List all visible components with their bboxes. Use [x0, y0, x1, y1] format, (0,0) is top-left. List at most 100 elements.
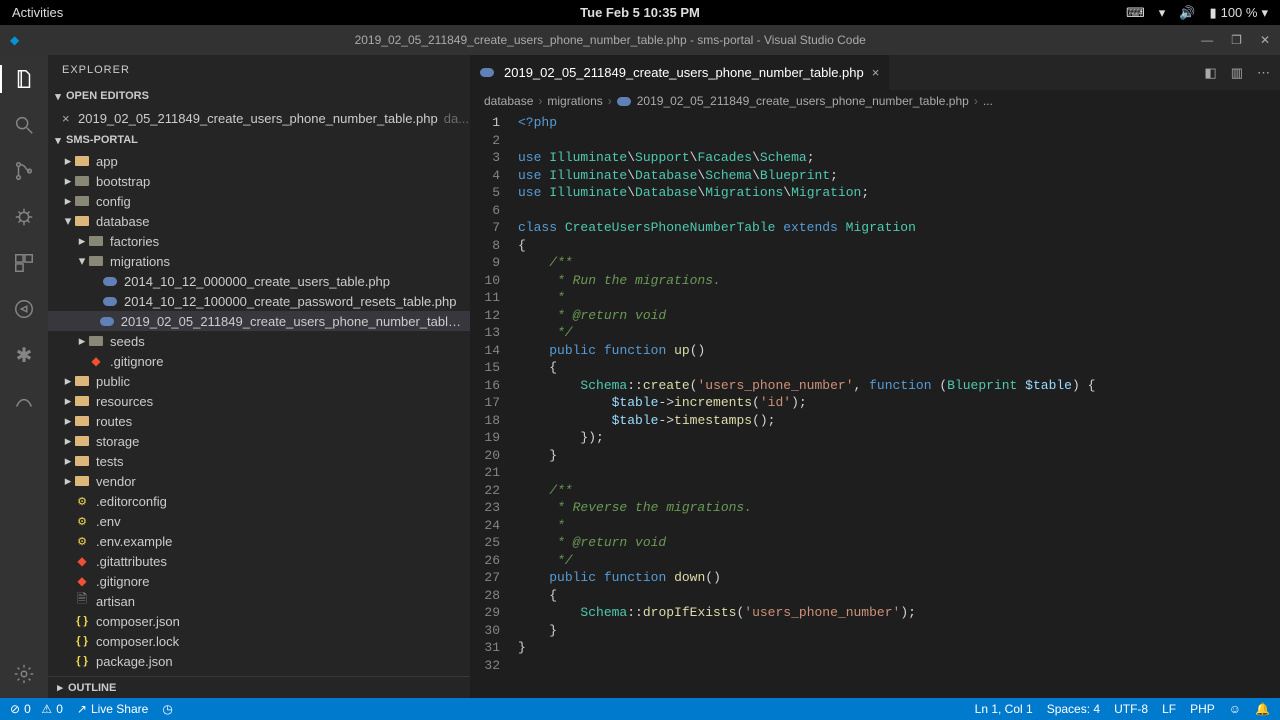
tree-item--env[interactable]: ⚙.env	[48, 511, 470, 531]
status-feedback-icon[interactable]: ☺	[1229, 702, 1241, 716]
folder-icon	[74, 413, 90, 429]
tab-close-icon[interactable]: ×	[872, 65, 880, 80]
php-file-icon	[480, 68, 494, 77]
status-indent[interactable]: Spaces: 4	[1047, 702, 1100, 716]
open-editor-item[interactable]: × 2019_02_05_211849_create_users_phone_n…	[48, 107, 470, 129]
volume-icon[interactable]: 🔊	[1179, 5, 1195, 21]
tree-item-database[interactable]: ▾database	[48, 211, 470, 231]
os-status-area[interactable]: ⌨ ▾ 🔊 ▮ 100 % ▾	[1126, 5, 1268, 21]
tree-item-label: 2014_10_12_100000_create_password_resets…	[124, 294, 457, 309]
status-bell-icon[interactable]: 🔔	[1255, 702, 1270, 716]
tree-item-2014-10-12-100000-create-password-resets-table-php[interactable]: 2014_10_12_100000_create_password_resets…	[48, 291, 470, 311]
keyboard-icon[interactable]: ⌨	[1126, 5, 1145, 21]
status-liveshare[interactable]: ↗ Live Share	[77, 702, 148, 716]
tree-item-2019-02-05-211849-create-users-phone-number-table-php[interactable]: 2019_02_05_211849_create_users_phone_num…	[48, 311, 470, 331]
tree-item-label: seeds	[110, 334, 145, 349]
tree-item-bootstrap[interactable]: ▸bootstrap	[48, 171, 470, 191]
minimize-button[interactable]: —	[1201, 33, 1213, 47]
source-control-icon[interactable]	[12, 159, 36, 183]
status-encoding[interactable]: UTF-8	[1114, 702, 1148, 716]
tree-item--gitignore[interactable]: ◆.gitignore	[48, 351, 470, 371]
breadcrumb-part[interactable]: migrations	[547, 94, 602, 108]
activities-button[interactable]: Activities	[12, 5, 63, 20]
folder-icon	[74, 393, 90, 409]
git-icon: ◆	[74, 573, 90, 589]
close-button[interactable]: ✕	[1260, 33, 1270, 47]
tree-item-app[interactable]: ▸app	[48, 151, 470, 171]
git-icon: ◆	[88, 353, 104, 369]
outline-heading[interactable]: ▸OUTLINE	[48, 676, 470, 698]
folder-icon	[74, 473, 90, 489]
tree-item-routes[interactable]: ▸routes	[48, 411, 470, 431]
tree-item-label: database	[96, 214, 150, 229]
json-icon: { }	[74, 613, 90, 629]
editor-tab[interactable]: 2019_02_05_211849_create_users_phone_num…	[470, 55, 890, 90]
os-top-bar: Activities Tue Feb 5 10:35 PM ⌨ ▾ 🔊 ▮ 10…	[0, 0, 1280, 25]
tree-item-label: app	[96, 154, 118, 169]
status-eol[interactable]: LF	[1162, 702, 1176, 716]
breadcrumb-part[interactable]: 2019_02_05_211849_create_users_phone_num…	[637, 94, 969, 108]
status-cursor[interactable]: Ln 1, Col 1	[975, 702, 1033, 716]
tree-item-label: artisan	[96, 594, 135, 609]
tree-item--gitignore[interactable]: ◆.gitignore	[48, 571, 470, 591]
status-problems[interactable]: ⊘ 0 ⚠ 0	[10, 702, 63, 716]
tree-item-migrations[interactable]: ▾migrations	[48, 251, 470, 271]
editor-group: 2019_02_05_211849_create_users_phone_num…	[470, 55, 1280, 698]
close-editor-icon[interactable]: ×	[62, 111, 78, 126]
tree-item-label: storage	[96, 434, 139, 449]
tree-item-label: composer.json	[96, 614, 180, 629]
tree-item-package-json[interactable]: { }package.json	[48, 651, 470, 671]
tree-item-vendor[interactable]: ▸vendor	[48, 471, 470, 491]
tree-item-label: routes	[96, 414, 132, 429]
open-editors-heading[interactable]: ▾Open Editors	[48, 85, 470, 107]
tree-item-storage[interactable]: ▸storage	[48, 431, 470, 451]
maximize-button[interactable]: ❐	[1231, 33, 1242, 47]
code-editor[interactable]: 1234567891011121314151617181920212223242…	[470, 112, 1280, 698]
tree-item-resources[interactable]: ▸resources	[48, 391, 470, 411]
tree-item-composer-lock[interactable]: { }composer.lock	[48, 631, 470, 651]
search-icon[interactable]	[12, 113, 36, 137]
os-clock[interactable]: Tue Feb 5 10:35 PM	[580, 5, 700, 20]
breadcrumb-part[interactable]: database	[484, 94, 533, 108]
project-heading[interactable]: ▾SMS-PORTAL	[48, 129, 470, 151]
status-language[interactable]: PHP	[1190, 702, 1215, 716]
tree-item-composer-json[interactable]: { } composer.json	[48, 611, 470, 631]
code-content[interactable]: <?php use Illuminate\Support\Facades\Sch…	[518, 112, 1280, 698]
editor-tab-bar: 2019_02_05_211849_create_users_phone_num…	[470, 55, 1280, 90]
json-icon: { }	[74, 653, 90, 669]
file-tree: ▸app▸bootstrap▸config▾database▸factories…	[48, 151, 470, 676]
settings-gear-icon[interactable]	[12, 662, 36, 686]
tree-item-artisan[interactable]: 🗎artisan	[48, 591, 470, 611]
compare-icon[interactable]: ◧	[1204, 65, 1216, 81]
tree-item-label: factories	[110, 234, 159, 249]
extra2-icon[interactable]	[12, 389, 36, 413]
activity-bar: ✱	[0, 55, 48, 698]
tree-item-config[interactable]: ▸config	[48, 191, 470, 211]
tree-item-label: .env	[96, 514, 121, 529]
status-clock-icon[interactable]: ◷	[162, 702, 172, 716]
extensions-icon[interactable]	[12, 251, 36, 275]
debug-icon[interactable]	[12, 205, 36, 229]
tree-item-seeds[interactable]: ▸seeds	[48, 331, 470, 351]
liveshare-icon[interactable]	[12, 297, 36, 321]
tree-item-2014-10-12-000000-create-users-table-php[interactable]: 2014_10_12_000000_create_users_table.php	[48, 271, 470, 291]
tree-item-label: public	[96, 374, 130, 389]
tree-item-factories[interactable]: ▸factories	[48, 231, 470, 251]
split-editor-icon[interactable]: ▥	[1231, 65, 1243, 81]
tree-item-tests[interactable]: ▸tests	[48, 451, 470, 471]
explorer-icon[interactable]	[12, 67, 36, 91]
tree-item--editorconfig[interactable]: ⚙.editorconfig	[48, 491, 470, 511]
folder-icon	[74, 433, 90, 449]
tree-item-label: .editorconfig	[96, 494, 167, 509]
tree-item--gitattributes[interactable]: ◆.gitattributes	[48, 551, 470, 571]
breadcrumb-part[interactable]: ...	[983, 94, 993, 108]
tree-item-label: resources	[96, 394, 153, 409]
breadcrumb[interactable]: database›migrations›2019_02_05_211849_cr…	[470, 90, 1280, 112]
tree-item-public[interactable]: ▸public	[48, 371, 470, 391]
tree-item--env-example[interactable]: ⚙.env.example	[48, 531, 470, 551]
folder-icon	[74, 213, 90, 229]
battery-indicator[interactable]: ▮ 100 % ▾	[1209, 5, 1268, 21]
wifi-icon[interactable]: ▾	[1159, 5, 1166, 21]
extra-icon[interactable]: ✱	[12, 343, 36, 367]
more-actions-icon[interactable]: ⋯	[1257, 65, 1270, 81]
